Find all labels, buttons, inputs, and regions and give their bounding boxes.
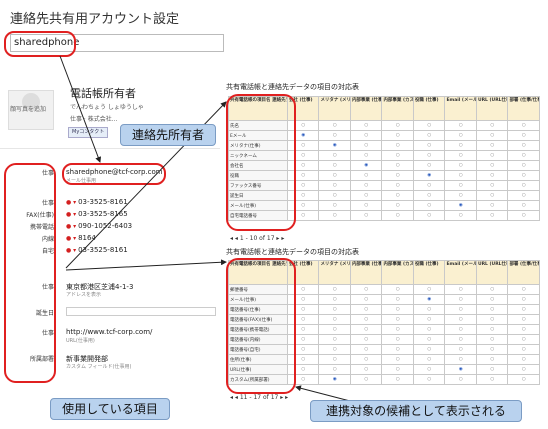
- callout-owner: 連絡先所有者: [120, 124, 216, 146]
- arrow-candidates: [295, 385, 351, 402]
- callout-items: 使用している項目: [50, 398, 170, 420]
- annotation-arrows: [59, 55, 351, 402]
- arrow-items-to-table2: [65, 259, 227, 271]
- callout-candidates: 連携対象の候補として表示される: [310, 400, 522, 422]
- arrow-account-to-owner: [59, 55, 102, 163]
